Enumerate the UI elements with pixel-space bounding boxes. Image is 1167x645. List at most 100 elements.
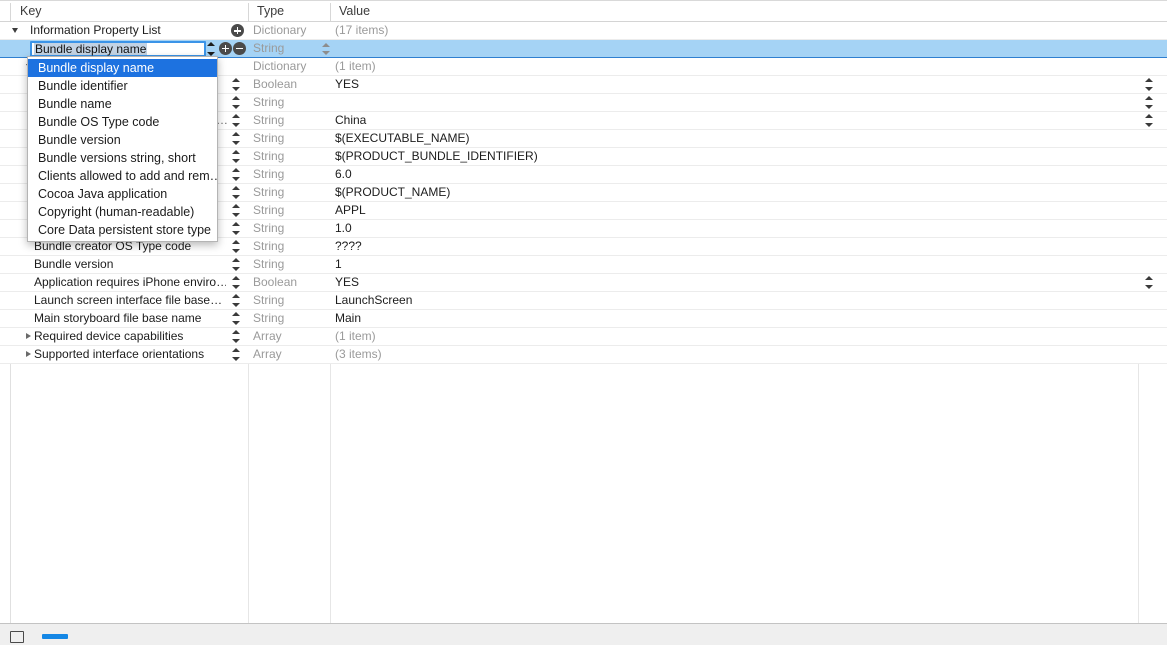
cell-type[interactable]: String (253, 184, 327, 201)
cell-value[interactable]: (1 item) (335, 58, 1095, 75)
column-header-key[interactable]: Key (12, 1, 42, 22)
cell-value[interactable]: LaunchScreen (335, 292, 1095, 309)
view-toggle-icon[interactable] (42, 634, 68, 639)
cell-type[interactable]: Boolean (253, 274, 327, 291)
stepper-up-icon[interactable] (1145, 276, 1153, 280)
cell-type[interactable]: String (253, 220, 327, 237)
stepper-up-icon[interactable] (232, 78, 240, 82)
stepper-down-icon[interactable] (232, 303, 240, 307)
stepper-down-icon[interactable] (232, 105, 240, 109)
stepper-up-icon[interactable] (232, 222, 240, 226)
cell-value[interactable]: China (335, 112, 1095, 129)
cell-type[interactable]: String (253, 40, 327, 57)
table-row[interactable]: Bundle version String 1 (0, 256, 1167, 274)
stepper-up-icon[interactable] (232, 294, 240, 298)
table-row[interactable]: Required device capabilities Array (1 item… (0, 328, 1167, 346)
cell-value[interactable]: 1 (335, 256, 1095, 273)
cell-type[interactable]: String (253, 112, 327, 129)
add-child-button[interactable] (231, 24, 244, 37)
row-stepper[interactable] (232, 221, 241, 236)
cell-value[interactable]: $(EXECUTABLE_NAME) (335, 130, 1095, 147)
menu-item[interactable]: Cocoa Java application (28, 185, 217, 203)
row-stepper[interactable] (232, 293, 241, 308)
column-header-type[interactable]: Type (249, 1, 284, 22)
cell-value[interactable]: $(PRODUCT_BUNDLE_IDENTIFIER) (335, 148, 1095, 165)
row-stepper[interactable] (232, 131, 241, 146)
cell-value[interactable]: 6.0 (335, 166, 1095, 183)
table-row[interactable]: Main storyboard file base name String Main (0, 310, 1167, 328)
stepper-up-icon[interactable] (232, 186, 240, 190)
cell-key[interactable]: Supported interface orientations (12, 346, 226, 363)
stepper-up-icon[interactable] (232, 96, 240, 100)
key-edit-stepper[interactable] (207, 41, 216, 57)
stepper-down-icon[interactable] (232, 213, 240, 217)
cell-type[interactable]: String (253, 238, 327, 255)
stepper-down-icon[interactable] (232, 87, 240, 91)
key-edit-input[interactable]: Bundle display name (30, 41, 206, 57)
row-stepper[interactable] (232, 167, 241, 182)
value-popup-stepper[interactable] (1145, 77, 1154, 92)
menu-item[interactable]: Bundle identifier (28, 77, 217, 95)
cell-value[interactable]: (1 item) (335, 328, 1095, 345)
stepper-up-icon[interactable] (232, 330, 240, 334)
cell-value[interactable]: ???? (335, 238, 1095, 255)
add-row-button[interactable] (219, 42, 232, 55)
stepper-up-icon[interactable] (232, 132, 240, 136)
cell-key[interactable]: Application requires iPhone enviro… (12, 274, 226, 291)
cell-type[interactable]: Dictionary (253, 22, 327, 39)
stepper-up-icon[interactable] (232, 114, 240, 118)
stepper-down-icon[interactable] (1145, 123, 1153, 127)
row-stepper[interactable] (232, 257, 241, 272)
cell-type[interactable]: String (253, 202, 327, 219)
stepper-up-icon[interactable] (232, 150, 240, 154)
table-row[interactable]: Application requires iPhone enviro… Boole… (0, 274, 1167, 292)
stepper-down-icon[interactable] (232, 159, 240, 163)
type-popup-chevron-icon[interactable] (322, 43, 331, 55)
value-popup-stepper[interactable] (1145, 95, 1154, 110)
cell-key[interactable]: Bundle version (12, 256, 226, 273)
column-header-value[interactable]: Value (331, 1, 370, 22)
menu-item[interactable]: Core Data persistent store type (28, 221, 217, 239)
cell-value[interactable] (335, 40, 1095, 57)
stepper-up-icon[interactable] (232, 168, 240, 172)
stepper-down-icon[interactable] (232, 267, 240, 271)
value-popup-stepper[interactable] (1145, 275, 1154, 290)
stepper-down-icon[interactable] (1145, 105, 1153, 109)
row-stepper[interactable] (232, 329, 241, 344)
menu-item[interactable]: Bundle versions string, short (28, 149, 217, 167)
menu-item[interactable]: Bundle display name (28, 59, 217, 77)
table-row[interactable]: Information Property List Dictionary (17 i… (0, 22, 1167, 40)
stepper-down-icon[interactable] (232, 285, 240, 289)
stepper-up-icon[interactable] (232, 276, 240, 280)
cell-type[interactable]: Array (253, 346, 327, 363)
remove-row-button[interactable] (233, 42, 246, 55)
value-popup-stepper[interactable] (1145, 113, 1154, 128)
cell-type[interactable]: String (253, 292, 327, 309)
menu-item[interactable]: Bundle name (28, 95, 217, 113)
cell-type[interactable]: String (253, 130, 327, 147)
stepper-down-icon[interactable] (232, 123, 240, 127)
row-stepper[interactable] (232, 95, 241, 110)
cell-value[interactable]: 1.0 (335, 220, 1095, 237)
stepper-down-icon[interactable] (232, 177, 240, 181)
stepper-up-icon[interactable] (232, 312, 240, 316)
cell-value[interactable]: $(PRODUCT_NAME) (335, 184, 1095, 201)
row-stepper[interactable] (232, 275, 241, 290)
cell-key[interactable]: Main storyboard file base name (12, 310, 226, 327)
stepper-up-icon[interactable] (232, 240, 240, 244)
menu-item[interactable]: Clients allowed to add and rem… (28, 167, 217, 185)
cell-key[interactable]: Required device capabilities (12, 328, 226, 345)
stepper-up-icon[interactable] (1145, 78, 1153, 82)
cell-type[interactable]: String (253, 256, 327, 273)
cell-type[interactable]: Array (253, 328, 327, 345)
cell-type[interactable]: Boolean (253, 76, 327, 93)
cell-value[interactable]: (17 items) (335, 22, 1095, 39)
cell-type[interactable]: String (253, 94, 327, 111)
menu-item[interactable]: Bundle version (28, 131, 217, 149)
stepper-down-icon[interactable] (232, 357, 240, 361)
row-stepper[interactable] (232, 77, 241, 92)
stepper-up-icon[interactable] (232, 204, 240, 208)
menu-item[interactable]: Copyright (human-readable) (28, 203, 217, 221)
row-stepper[interactable] (232, 203, 241, 218)
cell-value[interactable]: APPL (335, 202, 1095, 219)
